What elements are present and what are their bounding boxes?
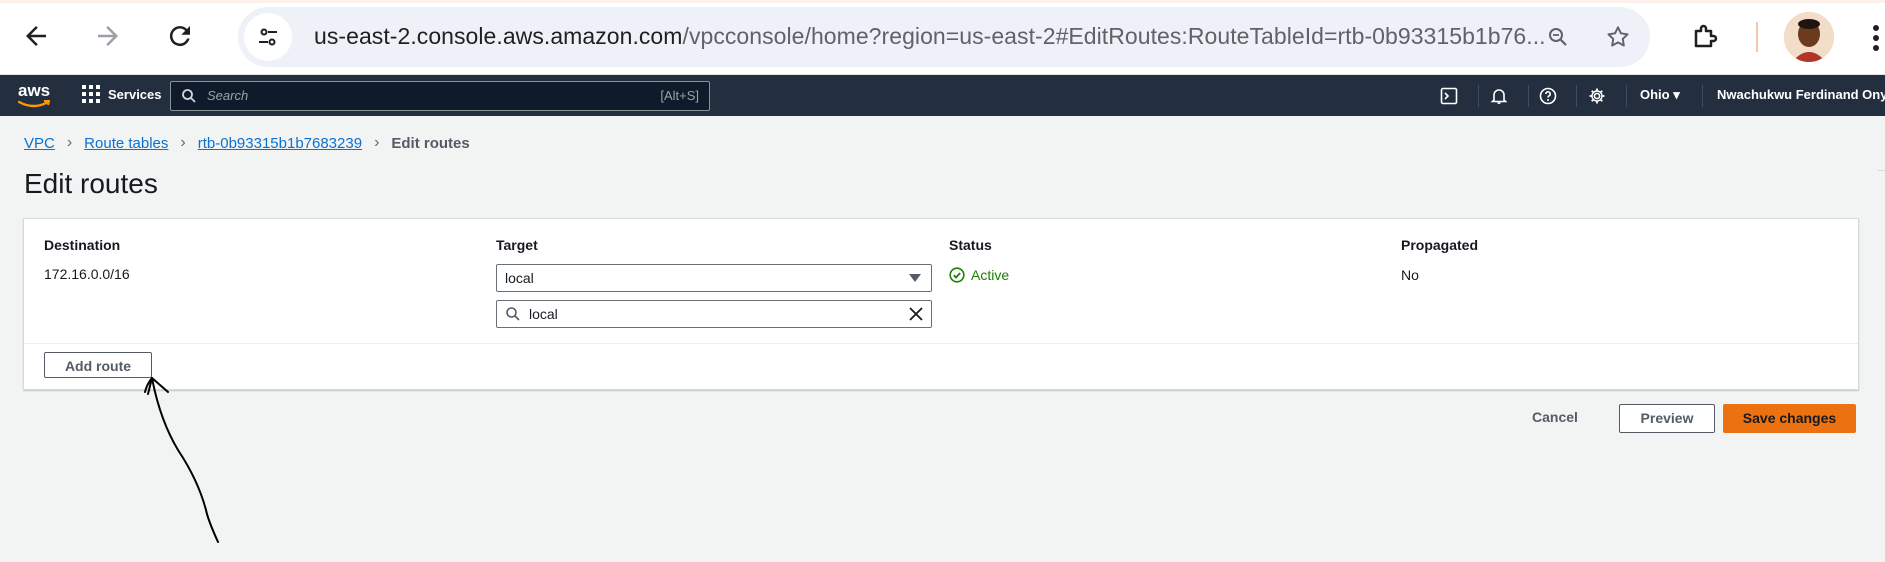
browser-toolbar: us-east-2.console.aws.amazon.com/vpccons… (0, 0, 1885, 75)
services-menu-button[interactable]: Services (82, 85, 162, 103)
column-header-destination: Destination (44, 237, 121, 253)
panel-edge-line (1878, 170, 1885, 171)
nav-separator (1626, 85, 1627, 107)
search-placeholder: Search (207, 88, 249, 103)
route-propagated: No (1401, 267, 1419, 283)
zoom-icon[interactable] (1542, 21, 1574, 53)
reload-icon[interactable] (160, 16, 200, 56)
preview-button[interactable]: Preview (1619, 404, 1715, 433)
aws-logo-text: aws (18, 81, 51, 100)
annotation-arrow (144, 377, 219, 543)
column-header-propagated: Propagated (1401, 237, 1479, 253)
search-icon (182, 89, 196, 103)
page-title: Edit routes (24, 168, 158, 199)
menu-icon[interactable] (1868, 20, 1885, 56)
nav-separator (1478, 85, 1479, 107)
tune-icon[interactable] (244, 13, 292, 61)
nav-separator (1528, 85, 1529, 107)
address-bar[interactable]: us-east-2.console.aws.amazon.com/vpccons… (238, 7, 1650, 67)
star-icon[interactable] (1602, 21, 1634, 53)
extension-icon[interactable] (1686, 16, 1726, 56)
breadcrumb-vpc[interactable]: VPC (24, 135, 55, 152)
cancel-button[interactable]: Cancel (1532, 409, 1578, 425)
toolbar-separator (1756, 22, 1758, 52)
url-text: us-east-2.console.aws.amazon.com/vpccons… (314, 23, 1546, 50)
target-filter-value: local (529, 306, 558, 322)
target-select[interactable]: local (496, 264, 932, 292)
avatar[interactable] (1784, 12, 1834, 62)
help-icon[interactable] (1537, 85, 1559, 107)
search-input[interactable]: Search [Alt+S] (170, 81, 710, 111)
chevron-right-icon: › (180, 134, 186, 151)
column-header-status: Status (949, 237, 992, 253)
services-label: Services (108, 86, 162, 102)
chevron-right-icon: › (374, 134, 380, 151)
search-shortcut: [Alt+S] (660, 88, 699, 103)
breadcrumb-route-table-id[interactable]: rtb-0b93315b1b7683239 (198, 135, 362, 152)
back-icon[interactable] (16, 16, 56, 56)
route-status-label: Active (971, 267, 1010, 283)
gear-icon[interactable] (1586, 85, 1608, 107)
chevron-right-icon: › (66, 134, 73, 151)
grid-icon (82, 85, 100, 103)
bell-icon[interactable] (1488, 85, 1510, 107)
breadcrumb: VPC › Route tables › rtb-0b93315b1b76832… (24, 134, 470, 152)
target-filter-input[interactable]: local (496, 300, 932, 328)
url-path: /vpcconsole/home?region=us-east-2#EditRo… (682, 23, 1546, 49)
caret-down-icon (909, 274, 921, 282)
cloudshell-icon[interactable] (1438, 85, 1460, 107)
account-menu[interactable]: Nwachukwu Ferdinand Onyeka (1717, 87, 1885, 102)
routes-editor-panel: Destination Target Status Propagated 172… (23, 218, 1859, 390)
search-icon (506, 307, 520, 321)
close-icon[interactable] (907, 305, 925, 323)
column-header-target: Target (496, 237, 538, 253)
tab-strip-edge (0, 0, 1885, 3)
nav-separator (1576, 85, 1577, 107)
route-destination: 172.16.0.0/16 (44, 266, 130, 282)
add-route-button[interactable]: Add route (44, 352, 152, 378)
nav-separator (1702, 85, 1703, 107)
aws-top-navigation: aws Services Search [Alt+S] Ohio ▾ Nwach… (0, 75, 1885, 116)
url-host: us-east-2.console.aws.amazon.com (314, 23, 683, 49)
route-status: Active (949, 267, 1009, 283)
divider (24, 343, 1858, 344)
breadcrumb-current: Edit routes (391, 134, 470, 152)
region-selector[interactable]: Ohio ▾ (1640, 87, 1680, 103)
forward-icon[interactable] (88, 16, 128, 56)
target-select-value: local (505, 270, 534, 286)
aws-logo[interactable]: aws (18, 81, 50, 109)
save-changes-button[interactable]: Save changes (1723, 404, 1856, 433)
check-circle-icon (949, 267, 965, 283)
breadcrumb-route-tables[interactable]: Route tables (84, 135, 168, 152)
